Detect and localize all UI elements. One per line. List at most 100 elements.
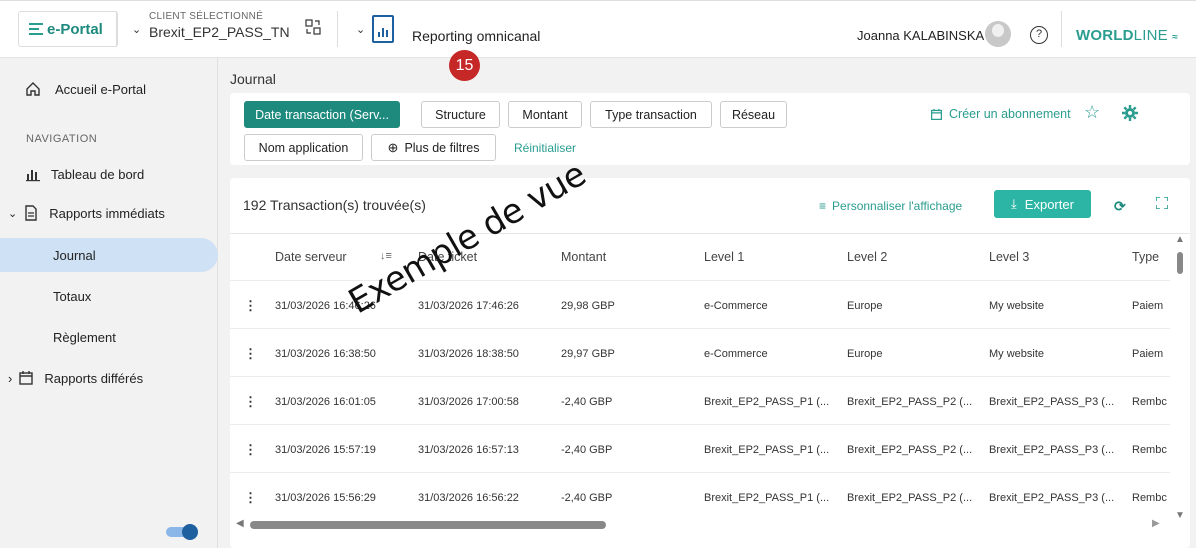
row-menu-icon[interactable]: ⋮ (244, 490, 257, 506)
sidebar-item-label: Rapports immédiats (49, 205, 165, 221)
chevron-down-icon[interactable]: ⌄ (356, 23, 365, 36)
avatar[interactable] (985, 21, 1011, 47)
cell-type: Paiem (1132, 348, 1164, 360)
client-label: CLIENT SÉLECTIONNÉ (149, 11, 264, 22)
page-title: Journal (230, 71, 276, 87)
refresh-icon[interactable]: ⟳ (1114, 198, 1126, 215)
row-menu-icon[interactable]: ⋮ (244, 298, 257, 314)
divider (116, 11, 117, 47)
scroll-thumb[interactable] (250, 521, 606, 529)
cell-level1: Brexit_EP2_PASS_P1 (... (704, 396, 830, 408)
scroll-thumb[interactable] (1177, 252, 1183, 274)
customize-view-link[interactable]: ≡ Personnaliser l'affichage (819, 199, 962, 213)
client-selector[interactable]: ⌄ CLIENT SÉLECTIONNÉ Brexit_EP2_PASS_TN (132, 9, 332, 49)
sidebar: Accueil e-Portal NAVIGATION Tableau de b… (0, 58, 218, 548)
create-subscription-label: Créer un abonnement (949, 107, 1071, 121)
user-name[interactable]: Joanna KALABINSKA (857, 28, 984, 43)
filter-chip-transaction-type[interactable]: Type transaction (590, 101, 712, 128)
plus-circle-icon: ⊕ (387, 139, 399, 155)
calendar-icon (931, 108, 942, 120)
step-badge: 15 (449, 50, 480, 81)
switch-client-icon[interactable] (305, 19, 321, 35)
filter-chip-app-name[interactable]: Nom application (244, 134, 363, 161)
column-header-level1[interactable]: Level 1 (704, 250, 744, 264)
table-row[interactable]: ⋮ 31/03/2026 16:01:05 31/03/2026 17:00:5… (230, 376, 1170, 424)
transactions-table-panel: 192 Transaction(s) trouvée(s) ≡ Personnal… (230, 178, 1190, 548)
filter-chip-structure[interactable]: Structure (421, 101, 500, 128)
scroll-left-icon[interactable]: ◀ (236, 518, 244, 529)
filter-chip-network[interactable]: Réseau (720, 101, 787, 128)
cell-amount: -2,40 GBP (561, 396, 613, 408)
column-header-server-date[interactable]: Date serveur (275, 250, 347, 264)
column-header-level3[interactable]: Level 3 (989, 250, 1029, 264)
export-button[interactable]: ⤓ Exporter (994, 190, 1091, 218)
row-menu-icon[interactable]: ⋮ (244, 442, 257, 458)
cell-type: Rembc (1132, 396, 1167, 408)
cell-level3: My website (989, 348, 1045, 360)
worldline-wave-icon: ≈ (1172, 32, 1178, 43)
gear-icon[interactable] (1122, 105, 1138, 121)
cell-ticket-date: 31/03/2026 17:46:26 (418, 300, 519, 312)
cell-level1: Brexit_EP2_PASS_P1 (... (704, 492, 830, 504)
row-menu-icon[interactable]: ⋮ (244, 394, 257, 410)
top-bar: e-Portal ⌄ CLIENT SÉLECTIONNÉ Brexit_EP2… (0, 0, 1196, 81)
sidebar-item-totals[interactable]: Totaux (0, 279, 218, 313)
eportal-logo[interactable]: e-Portal (18, 11, 118, 47)
cell-ticket-date: 31/03/2026 16:56:22 (418, 492, 519, 504)
scroll-right-icon[interactable]: ▶ (1152, 518, 1160, 529)
sidebar-item-home[interactable]: Accueil e-Portal (0, 72, 218, 106)
column-header-amount[interactable]: Montant (561, 250, 606, 264)
sidebar-item-journal[interactable]: Journal (0, 238, 218, 272)
column-header-type[interactable]: Type (1132, 250, 1159, 264)
sidebar-item-deferred-reports[interactable]: › Rapports différés (0, 361, 218, 395)
horizontal-scrollbar[interactable]: ◀ ▶ (230, 518, 1175, 532)
cell-server-date: 31/03/2026 15:57:19 (275, 444, 376, 456)
filter-chip-date[interactable]: Date transaction (Serv... (244, 101, 400, 128)
sidebar-item-immediate-reports[interactable]: ⌄ Rapports immédiats (0, 196, 218, 230)
column-header-level2[interactable]: Level 2 (847, 250, 887, 264)
more-filters-button[interactable]: ⊕ Plus de filtres (371, 134, 496, 161)
star-icon[interactable]: ☆ (1084, 102, 1100, 123)
table-row[interactable]: ⋮ 31/03/2026 16:38:50 31/03/2026 18:38:5… (230, 328, 1170, 376)
report-title[interactable]: Reporting omnicanal (412, 28, 540, 44)
sidebar-item-label: Tableau de bord (51, 166, 145, 182)
chevron-down-icon: ⌄ (8, 207, 18, 220)
scroll-up-icon[interactable]: ▲ (1175, 234, 1185, 245)
divider (337, 11, 338, 47)
download-icon: ⤓ (1011, 196, 1017, 211)
vertical-scrollbar[interactable]: ▲ ▼ (1174, 234, 1186, 524)
sidebar-item-label: Journal (53, 247, 96, 263)
cell-level2: Europe (847, 300, 883, 312)
cell-type: Rembc (1132, 444, 1167, 456)
divider (1061, 11, 1062, 47)
filter-panel: Date transaction (Serv... Structure Mont… (230, 93, 1190, 165)
help-icon[interactable]: ? (1030, 26, 1048, 44)
transaction-count: 192 Transaction(s) trouvée(s) (243, 197, 426, 213)
fullscreen-icon[interactable] (1156, 197, 1168, 209)
worldline-logo: WORLDLINE ≈ (1076, 27, 1178, 44)
cell-amount: -2,40 GBP (561, 444, 613, 456)
cell-type: Paiem (1132, 300, 1164, 312)
chevron-right-icon: › (8, 370, 13, 386)
cell-level3: Brexit_EP2_PASS_P3 (... (989, 492, 1115, 504)
create-subscription-link[interactable]: Créer un abonnement (930, 107, 1071, 121)
sidebar-item-settlement[interactable]: Règlement (0, 320, 218, 354)
cell-server-date: 31/03/2026 16:01:05 (275, 396, 376, 408)
sidebar-item-dashboard[interactable]: Tableau de bord (0, 157, 218, 191)
brand-bold: WORLD (1076, 27, 1134, 44)
report-document-icon (372, 15, 394, 43)
table-row[interactable]: ⋮ 31/03/2026 15:56:29 31/03/2026 16:56:2… (230, 472, 1170, 520)
cell-level1: e-Commerce (704, 348, 768, 360)
scroll-down-icon[interactable]: ▼ (1175, 510, 1185, 521)
cell-amount: 29,98 GBP (561, 300, 615, 312)
cell-level2: Brexit_EP2_PASS_P2 (... (847, 396, 973, 408)
reset-filters-link[interactable]: Réinitialiser (514, 141, 576, 155)
cell-type: Rembc (1132, 492, 1167, 504)
table-row[interactable]: ⋮ 31/03/2026 15:57:19 31/03/2026 16:57:1… (230, 424, 1170, 472)
cell-server-date: 31/03/2026 15:56:29 (275, 492, 376, 504)
sidebar-toggle[interactable] (166, 524, 200, 540)
row-menu-icon[interactable]: ⋮ (244, 346, 257, 362)
cell-level1: Brexit_EP2_PASS_P1 (... (704, 444, 830, 456)
navigation-label: NAVIGATION (26, 133, 98, 145)
filter-chip-amount[interactable]: Montant (508, 101, 582, 128)
